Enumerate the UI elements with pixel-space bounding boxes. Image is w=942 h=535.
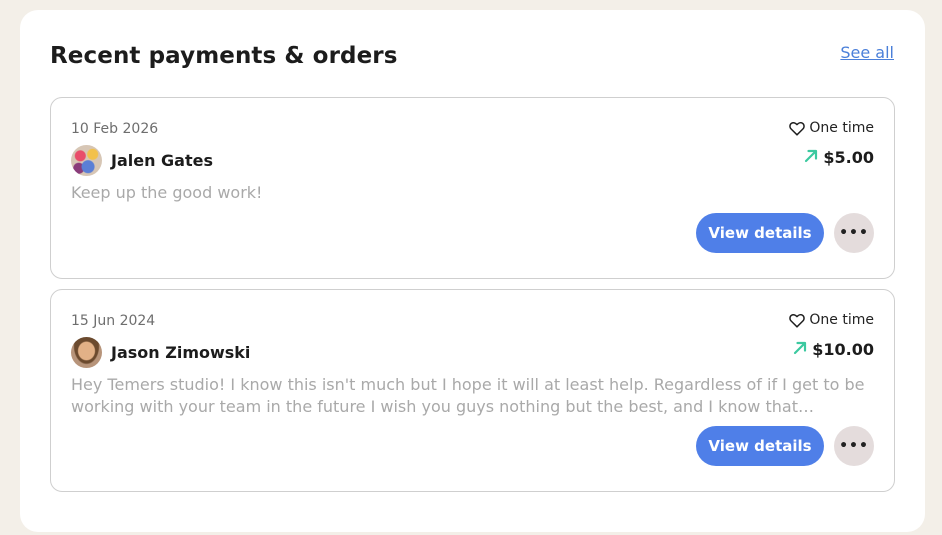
avatar <box>71 145 102 176</box>
payment-amount: $10.00 <box>793 340 874 359</box>
payer: Jalen Gates <box>71 145 213 176</box>
panel-title: Recent payments & orders <box>50 43 398 69</box>
view-details-button[interactable]: View details <box>696 213 824 253</box>
payment-amount: $5.00 <box>804 148 874 167</box>
heart-icon <box>789 313 806 328</box>
arrow-up-right-icon <box>793 340 807 359</box>
arrow-up-right-icon <box>804 148 818 167</box>
more-options-button[interactable]: ••• <box>834 426 874 466</box>
payment-card: 15 Jun 2024 One time Jason Zimowski $10.… <box>50 289 895 492</box>
payment-type-label: One time <box>809 312 874 328</box>
card-actions: View details ••• <box>696 426 874 466</box>
avatar <box>71 337 102 368</box>
payment-date: 15 Jun 2024 <box>71 313 156 329</box>
more-options-button[interactable]: ••• <box>834 213 874 253</box>
payer-name: Jason Zimowski <box>111 343 251 362</box>
recent-payments-panel: Recent payments & orders See all 10 Feb … <box>20 10 925 532</box>
payer-name: Jalen Gates <box>111 151 213 170</box>
payment-message: Keep up the good work! <box>71 183 263 202</box>
heart-icon <box>789 121 806 136</box>
payment-amount-value: $5.00 <box>823 148 874 167</box>
payment-amount-value: $10.00 <box>812 340 874 359</box>
payment-card: 10 Feb 2026 One time Jalen Gates $5.00 K… <box>50 97 895 279</box>
payment-type: One time <box>789 312 874 328</box>
view-details-button[interactable]: View details <box>696 426 824 466</box>
payment-type: One time <box>789 120 874 136</box>
payment-date: 10 Feb 2026 <box>71 121 159 137</box>
payment-message: Hey Temers studio! I know this isn't muc… <box>71 375 865 416</box>
card-actions: View details ••• <box>696 213 874 253</box>
see-all-link[interactable]: See all <box>840 43 894 62</box>
payment-type-label: One time <box>809 120 874 136</box>
payer: Jason Zimowski <box>71 337 250 368</box>
